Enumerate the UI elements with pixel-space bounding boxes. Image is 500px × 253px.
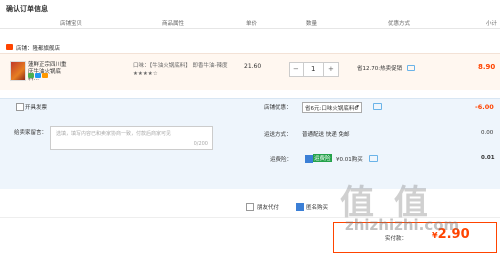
- shop-discount-label: 店铺优惠：: [264, 105, 292, 111]
- qty-minus-button[interactable]: −: [293, 65, 299, 73]
- quantity-stepper: − 1 +: [289, 62, 339, 77]
- col-price: 单价: [246, 21, 258, 27]
- shipping-label: 运送方式：: [264, 132, 292, 138]
- item-thumbnail[interactable]: [10, 61, 26, 81]
- shop-name[interactable]: 店铺：隆都旗舰店: [16, 44, 60, 52]
- seller-message-placeholder: 选填，填写内容已和卖家协商一致，付款后商家可见: [56, 131, 172, 137]
- qty-input[interactable]: 1: [311, 65, 315, 73]
- qty-plus-button[interactable]: +: [328, 65, 334, 73]
- anonymous-label: 匿名购买: [306, 205, 329, 211]
- discount-info-icon[interactable]: [373, 103, 382, 110]
- insurance-label: 运费险：: [270, 157, 293, 163]
- insurance-info-icon[interactable]: [369, 155, 378, 162]
- shipping-value: 普通配送 快递 免邮: [302, 132, 350, 138]
- promo-info-icon[interactable]: [407, 65, 415, 71]
- col-shop-item: 店铺宝贝: [60, 21, 83, 27]
- shipping-amount: 0.00: [481, 130, 494, 136]
- column-header-row: 店铺宝贝 商品属性 单价 数量 优惠方式 小计: [0, 17, 500, 29]
- item-badges: [28, 73, 49, 80]
- insurance-checkbox[interactable]: [305, 155, 313, 163]
- col-qty: 数量: [306, 21, 318, 27]
- invoice-checkbox[interactable]: [16, 103, 24, 111]
- shop-discount-amount: -6.00: [475, 103, 494, 111]
- insurance-tag: 运费险: [313, 154, 332, 162]
- shop-discount-select[interactable]: 省6元:口味火锅底料6 ▾: [302, 102, 362, 113]
- watermark-logo: 值 值: [340, 183, 432, 223]
- insurance-price: ¥0.01购买: [336, 157, 363, 163]
- seller-message-label: 给卖家留言：: [14, 130, 48, 136]
- badge-icon: [42, 73, 48, 78]
- promo-text: 省12.70:热卖促销: [357, 66, 403, 72]
- shop-discount-value: 省6元:口味火锅底料6: [305, 106, 358, 112]
- agent-pay-label: 朋友代付: [257, 205, 280, 211]
- badge-icon: [35, 73, 41, 78]
- order-item-row: [0, 53, 500, 90]
- badge-icon: [28, 73, 34, 78]
- item-subtotal: 8.90: [478, 63, 496, 71]
- payment-label: 实付款：: [385, 236, 408, 242]
- agent-pay-checkbox[interactable]: [246, 203, 254, 211]
- watermark-url: zhizhizhi.com: [345, 216, 460, 234]
- seller-message-counter: 0/200: [193, 141, 208, 147]
- item-sku: 口味：【牛油火锅底料】 即香牛油-辣度★★★★☆: [133, 63, 228, 77]
- page-title: 确认订单信息: [6, 5, 48, 13]
- chevron-down-icon: ▾: [356, 104, 359, 110]
- shop-icon: [6, 44, 13, 50]
- insurance-amount: 0.01: [481, 155, 495, 161]
- item-price: 21.60: [244, 63, 262, 70]
- anonymous-checkbox[interactable]: [296, 203, 304, 211]
- col-subtotal: 小计: [486, 21, 498, 27]
- col-attrs: 商品属性: [162, 21, 185, 27]
- seller-message-input[interactable]: 选填，填写内容已和卖家协商一致，付款后商家可见 0/200: [50, 126, 213, 150]
- col-promo: 优惠方式: [388, 21, 411, 27]
- invoice-label: 开具发票: [25, 105, 48, 111]
